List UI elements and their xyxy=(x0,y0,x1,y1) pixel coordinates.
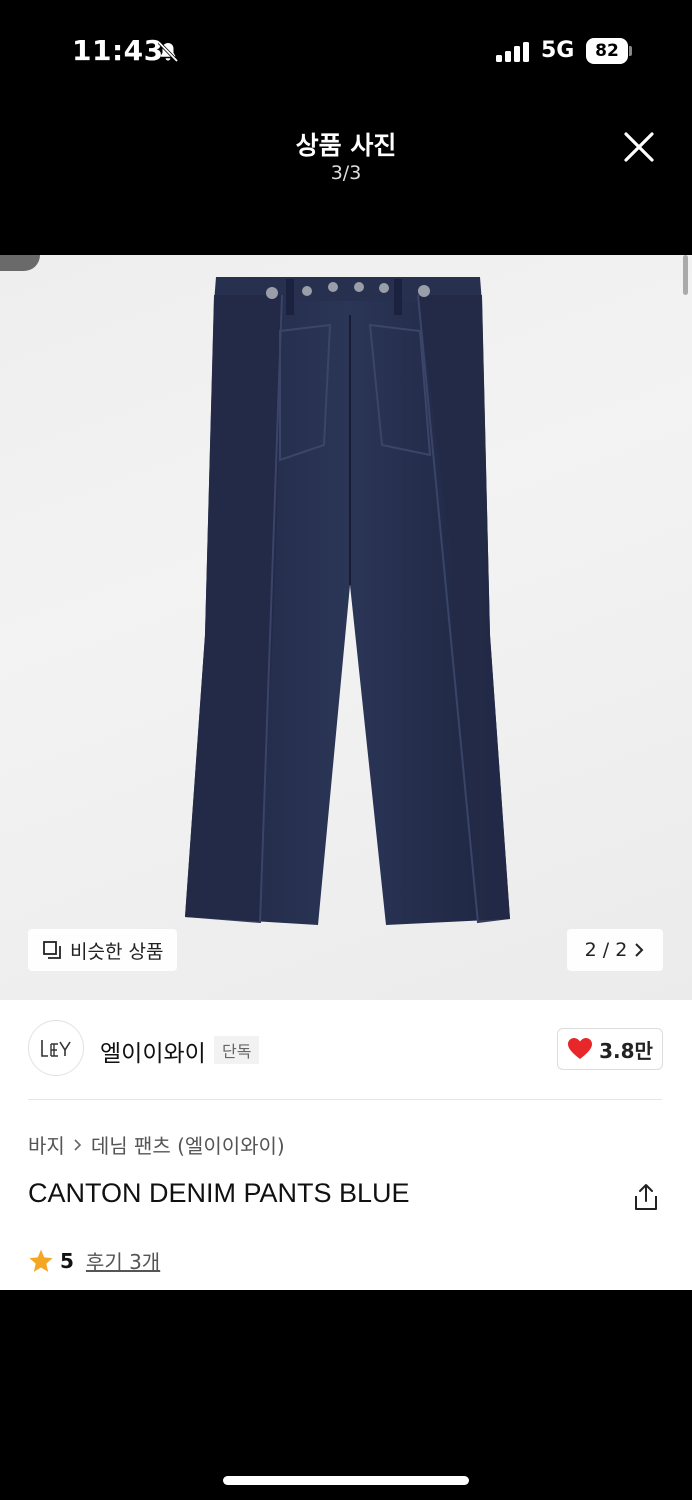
signal-bars-icon xyxy=(496,42,529,62)
like-count: 3.8만 xyxy=(599,1038,653,1063)
denim-pants-image xyxy=(185,277,510,925)
status-time: 11:43 xyxy=(72,34,164,67)
photo-scrollbar[interactable] xyxy=(683,255,688,295)
product-photo[interactable]: 비슷한 상품 2 / 2 xyxy=(0,255,692,1000)
photo-viewer-header: 상품 사진 3/3 xyxy=(0,100,692,255)
image-pager[interactable]: 2 / 2 xyxy=(567,929,663,971)
similar-products-button[interactable]: 비슷한 상품 xyxy=(28,929,178,971)
viewer-title: 상품 사진 xyxy=(295,131,397,160)
similar-products-label: 비슷한 상품 xyxy=(70,940,164,963)
reviews-link[interactable]: 후기 3개 xyxy=(86,1246,160,1275)
home-indicator[interactable] xyxy=(223,1476,469,1485)
exclusive-badge: 단독 xyxy=(214,1036,260,1064)
bell-slash-icon xyxy=(157,41,179,63)
like-button[interactable]: 3.8만 xyxy=(557,1028,663,1070)
share-icon[interactable] xyxy=(632,1182,660,1212)
network-label: 5G xyxy=(541,38,575,63)
heart-icon xyxy=(568,1038,593,1059)
chevron-right-icon xyxy=(635,943,644,957)
chevron-right-icon xyxy=(74,1138,81,1151)
brand-name[interactable]: 엘이이와이 xyxy=(100,1034,206,1068)
battery-icon: 82 xyxy=(586,38,632,64)
rating-row: 5 후기 3개 xyxy=(28,1246,160,1275)
battery-level: 82 xyxy=(586,38,628,64)
brand-logo-mark xyxy=(41,1040,71,1057)
image-counter: 3/3 xyxy=(330,162,362,184)
brand-logo[interactable] xyxy=(28,1020,84,1076)
divider xyxy=(28,1099,662,1100)
status-bar: 11:43 5G 82 xyxy=(0,0,692,100)
pager-label: 2 / 2 xyxy=(584,939,628,961)
product-title: CANTON DENIM PANTS BLUE xyxy=(28,1178,410,1208)
similar-stack-icon xyxy=(43,941,61,959)
star-icon xyxy=(29,1249,53,1272)
close-icon[interactable] xyxy=(616,124,662,170)
breadcrumb-category[interactable]: 바지 xyxy=(28,1130,65,1159)
breadcrumb-subcategory[interactable]: 데님 팬츠 (엘이이와이) xyxy=(91,1130,285,1159)
rating-value: 5 xyxy=(60,1248,74,1273)
product-info: 엘이이와이 단독 3.8만 바지 데님 팬츠 (엘이이와이) CANTON DE… xyxy=(0,1000,692,1290)
breadcrumb: 바지 데님 팬츠 (엘이이와이) xyxy=(28,1130,285,1159)
